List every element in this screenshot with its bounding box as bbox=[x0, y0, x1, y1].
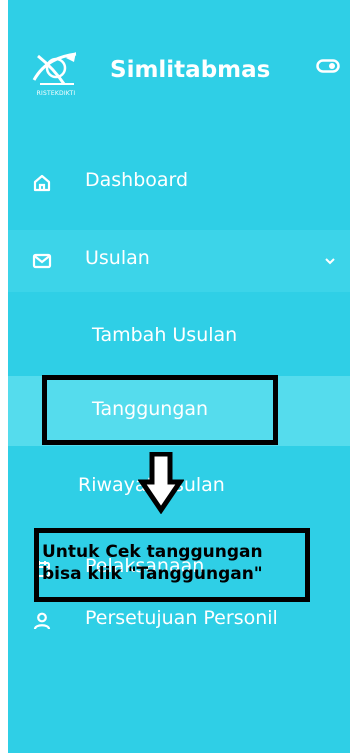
app-title[interactable]: Simlitabmas bbox=[110, 57, 270, 83]
annotation-note: Untuk Cek tanggungan bisa klik "Tanggung… bbox=[42, 541, 263, 585]
annotation-line-1: Untuk Cek tanggungan bbox=[42, 542, 263, 562]
mail-icon bbox=[32, 251, 52, 271]
annotation-line-2: bisa klik "Tanggungan" bbox=[42, 564, 263, 584]
submenu-item-tambah-usulan[interactable]: Tambah Usulan bbox=[8, 306, 350, 368]
submenu-item-label: Tambah Usulan bbox=[92, 324, 238, 346]
annotation-highlight-box bbox=[42, 375, 278, 445]
sidebar-item-label: Dashboard bbox=[85, 169, 189, 191]
user-icon bbox=[32, 611, 52, 631]
sidebar-item-label: Usulan bbox=[85, 247, 150, 269]
down-arrow-icon bbox=[137, 451, 185, 518]
home-icon bbox=[32, 173, 52, 193]
toggle-icon[interactable] bbox=[316, 58, 340, 73]
sidebar-item-usulan[interactable]: Usulan bbox=[8, 230, 350, 292]
sidebar-item-label: Persetujuan Personil bbox=[85, 607, 278, 629]
chevron-down-icon[interactable] bbox=[322, 253, 338, 269]
sidebar-item-dashboard[interactable]: Dashboard bbox=[8, 152, 350, 214]
ristekdikti-logo: RISTEKDIKTI bbox=[30, 50, 82, 100]
logo-caption: RISTEKDIKTI bbox=[36, 90, 76, 97]
brand-header: RISTEKDIKTI Simlitabmas bbox=[8, 40, 350, 110]
